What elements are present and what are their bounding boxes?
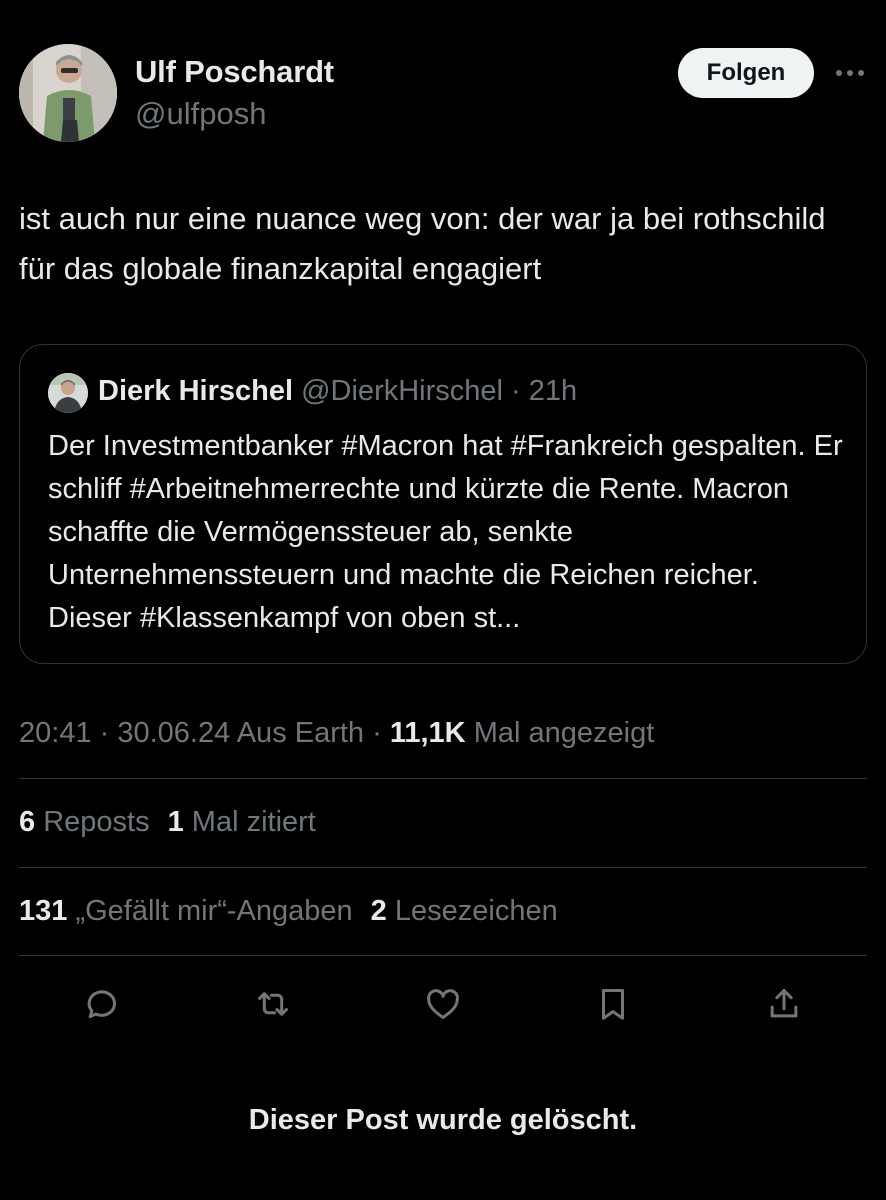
divider — [19, 778, 867, 779]
likes-label: „Gefällt mir“-Angaben — [75, 895, 353, 927]
quoted-timestamp[interactable]: 21h — [529, 375, 577, 407]
view-count-label: Mal angezeigt — [473, 717, 655, 749]
divider — [19, 955, 867, 956]
like-icon[interactable] — [419, 980, 467, 1028]
quotes-label: Mal zitiert — [191, 806, 316, 838]
author-name[interactable]: Ulf Poschardt — [135, 54, 334, 90]
post-meta: 20:41 · 30.06.24 Aus Earth · 11,1K Mal a… — [19, 717, 654, 750]
repost-stats: 6 Reposts 1 Mal zitiert — [19, 806, 316, 839]
follow-button[interactable]: Folgen — [678, 48, 814, 98]
quoted-post-header: Dierk Hirschel @DierkHirschel · 21h — [98, 375, 577, 408]
author-avatar[interactable] — [19, 44, 117, 142]
quoted-post-text: Der Investmentbanker #Macron hat #Frankr… — [48, 430, 843, 634]
post-location: Aus Earth — [236, 717, 365, 749]
post-date[interactable]: 30.06.24 — [117, 717, 230, 749]
quoted-separator: · — [502, 375, 529, 407]
meta-separator: · — [91, 717, 118, 749]
meta-separator-2: · — [364, 717, 390, 749]
post-text: ist auch nur eine nuance weg von: der wa… — [19, 201, 826, 286]
view-count: 11,1K — [389, 717, 466, 749]
bookmarks-label: Lesezeichen — [394, 895, 558, 927]
share-icon[interactable] — [760, 980, 808, 1028]
likes-count: 131 — [19, 895, 68, 927]
deleted-post-notice: Dieser Post wurde gelöscht. — [248, 1104, 638, 1136]
reposts-label: Reposts — [43, 806, 150, 838]
reposts-stat[interactable]: 6 Reposts — [19, 806, 150, 838]
like-stats: 131 „Gefällt mir“-Angaben 2 Lesezeichen — [19, 895, 558, 928]
repost-icon[interactable] — [249, 980, 297, 1028]
quoted-author-name[interactable]: Dierk Hirschel — [98, 375, 293, 407]
quoted-author-avatar[interactable] — [48, 373, 88, 413]
reply-icon[interactable] — [78, 980, 126, 1028]
quoted-author-handle[interactable]: @DierkHirschel — [301, 375, 503, 407]
more-options-icon[interactable] — [830, 56, 870, 90]
bookmarks-stat[interactable]: 2 Lesezeichen — [371, 895, 558, 927]
author-handle[interactable]: @ulfposh — [135, 96, 266, 132]
quotes-count: 1 — [167, 806, 184, 838]
bookmarks-count: 2 — [370, 895, 387, 927]
divider — [19, 867, 867, 868]
quotes-stat[interactable]: 1 Mal zitiert — [168, 806, 316, 838]
likes-stat[interactable]: 131 „Gefällt mir“-Angaben — [19, 895, 353, 927]
reposts-count: 6 — [19, 806, 36, 838]
bookmark-icon[interactable] — [589, 980, 637, 1028]
post-time[interactable]: 20:41 — [19, 717, 92, 749]
